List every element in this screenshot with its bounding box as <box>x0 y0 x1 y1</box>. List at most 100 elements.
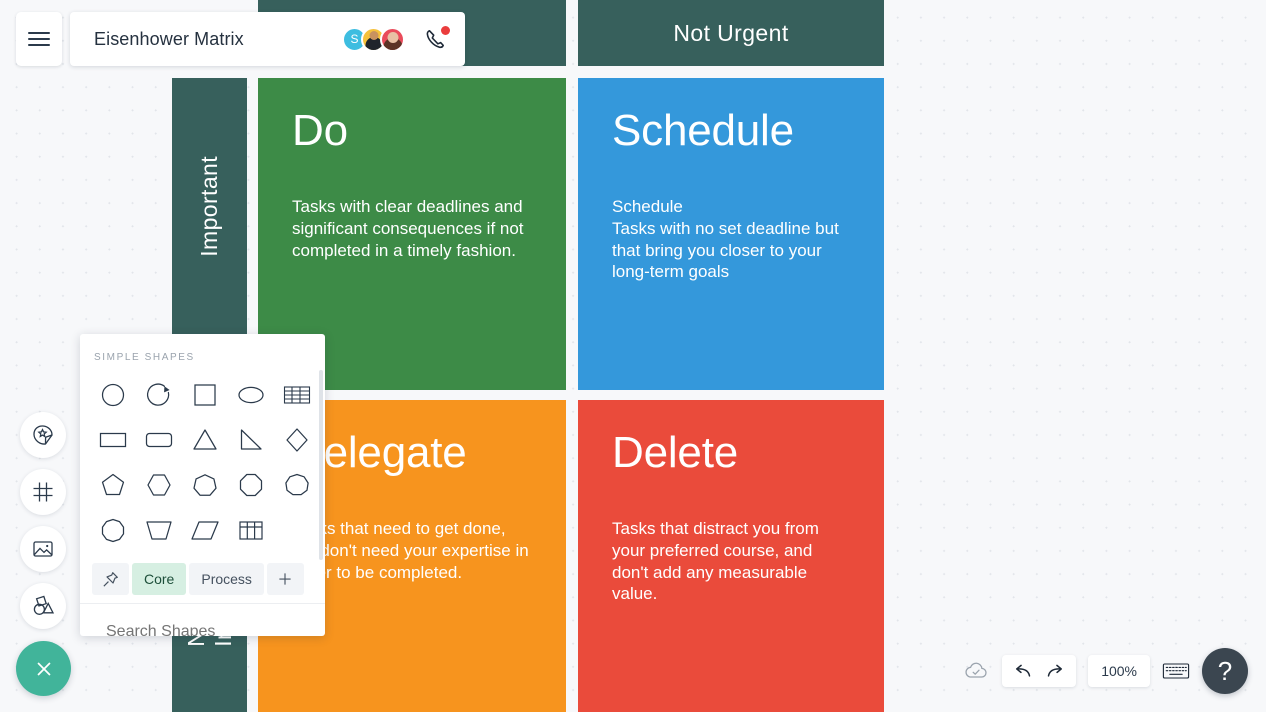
hexagon-icon <box>147 473 171 496</box>
shapes-icon <box>33 595 55 615</box>
shape-diamond[interactable] <box>274 420 320 459</box>
avatar[interactable] <box>380 26 405 52</box>
collaborator-avatars[interactable]: S <box>342 26 405 52</box>
shape-grid-table[interactable] <box>228 510 274 549</box>
plus-icon <box>279 573 292 585</box>
quadrant-do-body: Tasks with clear deadlines and significa… <box>292 197 524 260</box>
row-header-important[interactable]: Important <box>172 78 247 334</box>
keyboard-shortcuts-button[interactable] <box>1162 660 1190 682</box>
circle-icon <box>101 383 125 406</box>
zoom-level-label: 100% <box>1101 663 1137 679</box>
shape-trapezoid[interactable] <box>136 510 182 549</box>
shape-empty-slot <box>274 510 320 549</box>
sidebar-item-frames[interactable] <box>20 469 66 515</box>
avatar-initial: S <box>350 32 359 46</box>
shape-ellipse[interactable] <box>228 375 274 414</box>
octagon-icon <box>239 473 263 496</box>
shape-circle[interactable] <box>90 375 136 414</box>
nonagon-icon <box>285 473 309 495</box>
shape-parallelogram[interactable] <box>182 510 228 549</box>
trapezoid-icon <box>146 520 172 540</box>
call-button[interactable] <box>423 26 450 52</box>
decagon-icon <box>101 518 125 542</box>
tab-pinned[interactable] <box>92 563 129 595</box>
cloud-saved-icon <box>965 662 987 678</box>
call-notification-dot <box>441 26 450 35</box>
rectangle-icon <box>99 432 127 447</box>
menu-icon <box>28 28 50 50</box>
shapes-panel-more-button[interactable] <box>323 620 325 636</box>
undo-button[interactable] <box>1012 661 1033 682</box>
diamond-icon <box>286 427 308 452</box>
tab-process[interactable]: Process <box>189 563 264 595</box>
shapes-panel-tabs: Core Process <box>80 555 325 604</box>
shape-triangle[interactable] <box>182 420 228 459</box>
column-header-not-urgent-label: Not Urgent <box>673 19 789 46</box>
bottom-right-controls: 100% ? <box>962 648 1248 694</box>
shape-hexagon[interactable] <box>136 465 182 504</box>
tab-core[interactable]: Core <box>132 563 187 595</box>
parallelogram-icon <box>191 520 219 540</box>
heptagon-icon <box>193 473 217 496</box>
cloud-save-status[interactable] <box>962 657 990 685</box>
quadrant-do-title: Do <box>292 106 348 155</box>
keyboard-icon <box>1162 663 1190 679</box>
shape-pentagon[interactable] <box>90 465 136 504</box>
zoom-control[interactable]: 100% <box>1088 655 1150 687</box>
column-header-not-urgent[interactable]: Not Urgent <box>578 0 884 66</box>
quadrant-schedule-title: Schedule <box>612 106 794 155</box>
help-button[interactable]: ? <box>1202 648 1248 694</box>
table-rows-icon <box>283 385 311 404</box>
shape-nonagon[interactable] <box>274 465 320 504</box>
row-header-important-label: Important <box>196 155 222 257</box>
shapes-panel[interactable]: SIMPLE SHAPES Core Process Search Shapes <box>80 334 325 636</box>
sticker-icon <box>33 425 53 445</box>
shape-arc[interactable] <box>136 375 182 414</box>
shape-heptagon[interactable] <box>182 465 228 504</box>
shape-right-triangle[interactable] <box>228 420 274 459</box>
shapes-grid <box>80 375 325 549</box>
shape-table-rows[interactable] <box>274 375 320 414</box>
quadrant-delete-title: Delete <box>612 428 738 477</box>
row-header-not-important[interactable]: Not Important <box>172 546 247 712</box>
search-input[interactable] <box>106 622 313 636</box>
help-label: ? <box>1217 655 1233 686</box>
redo-button[interactable] <box>1045 661 1066 682</box>
menu-button[interactable] <box>16 12 62 66</box>
redo-icon <box>1047 664 1063 677</box>
shape-square[interactable] <box>182 375 228 414</box>
grid-table-icon <box>239 520 263 540</box>
shape-rounded-rectangle[interactable] <box>136 420 182 459</box>
quadrant-delegate-title: Delegate <box>292 428 467 477</box>
arc-icon <box>147 383 170 406</box>
sidebar-item-stickers[interactable] <box>20 412 66 458</box>
pentagon-icon <box>101 473 125 495</box>
image-icon <box>33 541 53 557</box>
shape-rectangle[interactable] <box>90 420 136 459</box>
pin-icon <box>103 571 118 587</box>
quadrant-schedule[interactable]: Schedule Schedule Tasks with no set dead… <box>578 78 884 390</box>
sidebar-item-images[interactable] <box>20 526 66 572</box>
ellipse-icon <box>238 386 264 403</box>
document-title[interactable]: Eisenhower Matrix <box>94 29 332 50</box>
quadrant-delete-body: Tasks that distract you from your prefer… <box>612 519 819 604</box>
shapes-panel-scrollbar[interactable] <box>319 370 323 560</box>
left-toolbar <box>20 412 66 629</box>
shapes-search-row <box>80 604 325 636</box>
close-shapes-button[interactable] <box>16 641 71 696</box>
close-icon <box>36 661 51 676</box>
whiteboard-app: Urgent Not Urgent Important Not Importan… <box>0 0 1266 712</box>
add-library-button[interactable] <box>266 563 304 595</box>
rounded-rectangle-icon <box>145 432 173 447</box>
triangle-icon <box>193 428 217 450</box>
history-controls <box>1002 655 1077 687</box>
quadrant-delete[interactable]: Delete Tasks that distract you from your… <box>578 400 884 712</box>
square-icon <box>194 383 216 406</box>
document-titlebar[interactable]: Eisenhower Matrix S <box>70 12 465 66</box>
quadrant-schedule-body: Schedule Tasks with no set deadline but … <box>612 197 839 282</box>
undo-icon <box>1016 664 1031 677</box>
shape-octagon[interactable] <box>228 465 274 504</box>
quadrant-delegate-body: Tasks that need to get done, but don't n… <box>292 519 529 582</box>
shape-decagon[interactable] <box>90 510 136 549</box>
sidebar-item-shapes[interactable] <box>20 583 66 629</box>
